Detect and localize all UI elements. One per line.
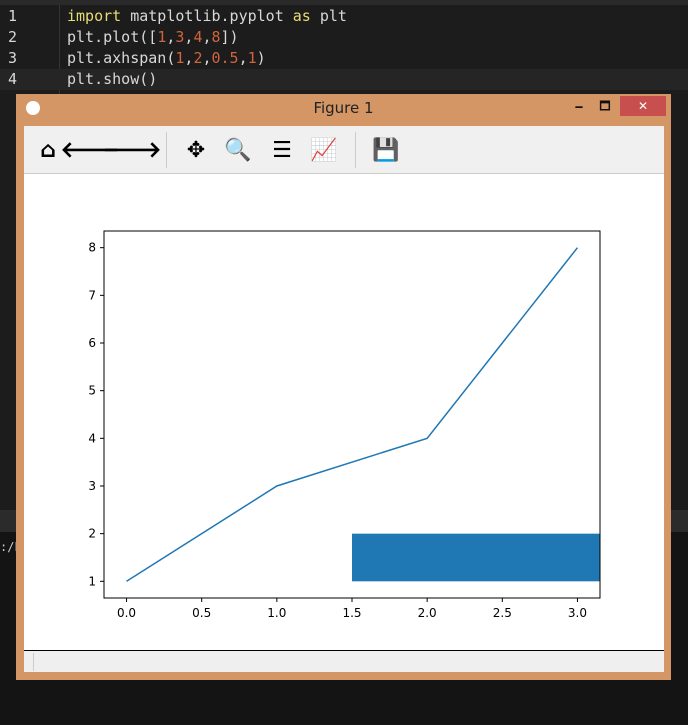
y-tick-label: 8 [88, 241, 96, 255]
status-bar [24, 651, 664, 672]
forward-button[interactable]: 🡒 [103, 136, 162, 164]
minimize-button[interactable]: 🗕 [568, 96, 590, 116]
zoom-button[interactable]: 🔍 [224, 136, 252, 164]
subplots-button[interactable]: ☰ [268, 136, 296, 164]
code-line[interactable]: 3 plt.axhspan(1,2,0.5,1) [0, 48, 688, 69]
line-number: 3 [8, 49, 18, 67]
line-number: 1 [8, 7, 18, 25]
code-token: 1 [157, 28, 167, 46]
y-tick-label: 2 [88, 527, 96, 541]
x-tick-label: 1.0 [267, 606, 286, 620]
forward-icon: 🡒 [102, 138, 162, 163]
close-button[interactable]: ✕ [620, 96, 666, 116]
y-tick-label: 3 [88, 479, 96, 493]
code-token: , [202, 49, 212, 67]
maximize-button[interactable]: 🗖 [594, 96, 616, 116]
code-token: ]) [220, 28, 239, 46]
home-icon: ⌂ [40, 137, 56, 163]
x-tick-label: 1.5 [342, 606, 361, 620]
code-token: matplotlib.pyplot [121, 7, 293, 25]
save-button[interactable]: 💾 [372, 136, 400, 164]
code-token: 8 [211, 28, 221, 46]
y-tick-label: 7 [88, 288, 96, 302]
home-button[interactable]: ⌂ [34, 136, 62, 164]
code-token: , [202, 28, 212, 46]
code-text: plt.plot([1,3,4,8]) [67, 27, 239, 48]
code-line[interactable]: 1 import matplotlib.pyplot as plt [0, 6, 688, 27]
toolbar-separator [355, 132, 356, 168]
pan-icon: ✥ [186, 137, 206, 163]
code-token: plt [310, 7, 347, 25]
code-text: plt.show() [67, 69, 157, 90]
title-bar[interactable]: Figure 1 🗕 🗖 ✕ [16, 94, 671, 120]
subplots-icon: ☰ [272, 137, 292, 163]
x-tick-label: 0.5 [192, 606, 211, 620]
edit-curves-icon: 📈 [310, 137, 338, 163]
line-number: 4 [8, 70, 18, 88]
x-tick-label: 2.5 [493, 606, 512, 620]
toolbar-separator [166, 132, 167, 168]
x-tick-label: 0.0 [117, 606, 136, 620]
series-line [126, 247, 579, 582]
y-tick-label: 5 [88, 384, 96, 398]
code-token: ) [256, 49, 266, 67]
x-tick-label: 2.0 [418, 606, 437, 620]
x-tick-label: 3.0 [568, 606, 587, 620]
plot: 0.0 0.5 1.0 1.5 2.0 2.5 3.0 1 2 3 4 5 6 7 8 [88, 230, 601, 620]
code-token: 0.5 [211, 49, 239, 67]
code-text: import matplotlib.pyplot as plt [67, 6, 347, 27]
code-token: plt.show() [67, 70, 158, 88]
y-tick-label: 6 [88, 336, 96, 350]
y-tick-label: 1 [88, 574, 96, 588]
back-button[interactable]: 🡐 [61, 136, 120, 164]
code-line[interactable]: 2 plt.plot([1,3,4,8]) [0, 27, 688, 48]
code-token: , [238, 49, 248, 67]
code-text: plt.axhspan(1,2,0.5,1) [67, 48, 266, 69]
figure-canvas[interactable]: 0.0 0.5 1.0 1.5 2.0 2.5 3.0 1 2 3 4 5 6 7 8 [24, 174, 664, 651]
save-icon: 💾 [372, 137, 400, 163]
code-token: 1 [247, 49, 257, 67]
code-token: import [67, 7, 122, 25]
code-token: plt.axhspan( [67, 49, 176, 67]
axhspan-rect [352, 533, 600, 582]
code-token: as [292, 7, 311, 25]
zoom-icon: 🔍 [224, 137, 252, 163]
line-number: 2 [8, 28, 18, 46]
pan-button[interactable]: ✥ [182, 136, 210, 164]
figure-window: Figure 1 🗕 🗖 ✕ ⌂ 🡐 🡒 ✥ 🔍 ☰ 📈 💾 0.0 0.5 1.0 1.5 2.0 2… [16, 94, 671, 680]
editor-tab-bar [0, 0, 688, 5]
edit-curves-button[interactable]: 📈 [310, 136, 338, 164]
code-line[interactable]: 4 plt.show() [0, 69, 688, 90]
code-token: plt.plot([ [67, 28, 158, 46]
toolbar: ⌂ 🡐 🡒 ✥ 🔍 ☰ 📈 💾 [24, 126, 664, 174]
y-tick-label: 4 [88, 431, 96, 445]
